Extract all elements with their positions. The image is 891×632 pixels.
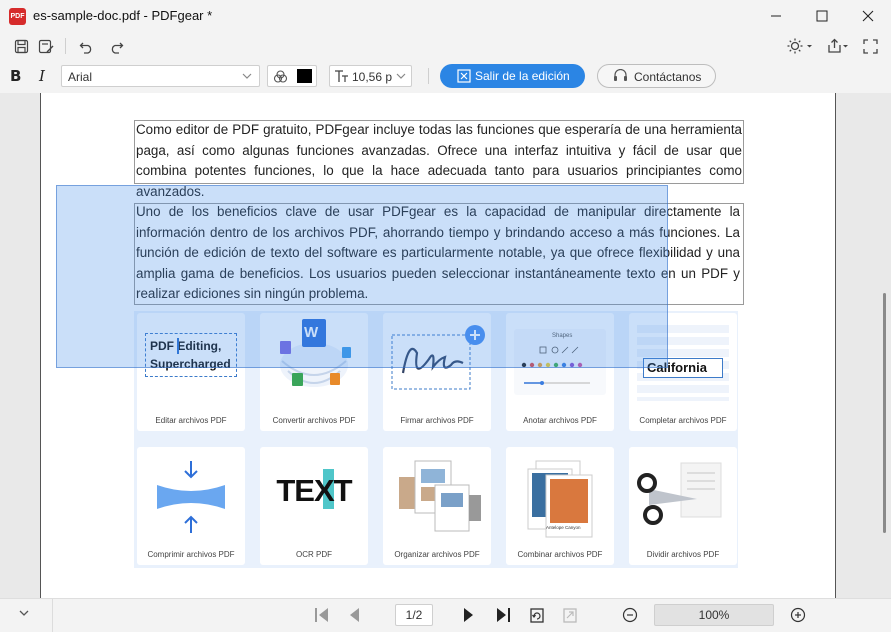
palette-icon: [273, 69, 288, 89]
card-label: Comprimir archivos PDF: [147, 550, 235, 559]
vertical-scrollbar[interactable]: [883, 293, 886, 533]
merge-caption: Antelope Canyon: [546, 525, 581, 530]
maximize-button[interactable]: [799, 0, 845, 32]
exit-edit-button[interactable]: Salir de la edición: [440, 64, 585, 88]
card-label: Convertir archivos PDF: [272, 416, 356, 425]
zoom-out-icon[interactable]: [620, 605, 640, 625]
font-size-select[interactable]: 10,56 pt: [329, 65, 412, 87]
card-label: Completar archivos PDF: [639, 416, 727, 425]
fullscreen-icon[interactable]: [860, 36, 880, 56]
compress-icon: [157, 461, 225, 533]
card-label: Anotar archivos PDF: [523, 416, 597, 425]
chevron-down-icon: [241, 69, 253, 87]
last-page-icon[interactable]: [493, 605, 513, 625]
main-toolbar: [0, 32, 891, 60]
card-label: Dividir archivos PDF: [646, 550, 720, 559]
font-size-icon: [334, 69, 350, 89]
format-toolbar: B I Arial 10,56 pt Salir de la edición C…: [0, 60, 891, 93]
italic-button[interactable]: I: [39, 67, 45, 85]
undo-icon[interactable]: [76, 36, 96, 56]
organize-icon: [399, 460, 481, 532]
text-color-picker[interactable]: [267, 65, 317, 87]
maximize-icon: [816, 10, 828, 22]
page-action-icon[interactable]: [560, 605, 580, 625]
card-label: Firmar archivos PDF: [400, 416, 474, 425]
app-logo-icon: PDF: [9, 8, 26, 25]
headset-icon: [613, 68, 628, 86]
page-number-input[interactable]: 1/2: [395, 604, 433, 626]
save-as-icon[interactable]: [36, 36, 56, 56]
document-viewport[interactable]: Como editor de PDF gratuito, PDFgear inc…: [0, 93, 891, 598]
minimize-button[interactable]: [753, 0, 799, 32]
card-label: Editar archivos PDF: [155, 416, 227, 425]
scissors-icon: [637, 462, 722, 525]
font-family-value: Arial: [68, 70, 93, 84]
minimize-icon: [771, 15, 781, 17]
feature-card: Comprimir archivos PDF: [137, 447, 245, 565]
close-button[interactable]: [845, 0, 891, 32]
contact-label: Contáctanos: [634, 70, 702, 84]
theme-icon[interactable]: [786, 36, 814, 56]
redo-icon[interactable]: [106, 36, 126, 56]
feature-card: TEXT OCR PDF: [260, 447, 368, 565]
bold-button[interactable]: B: [10, 67, 21, 85]
close-box-icon: [457, 69, 471, 86]
card-label: OCR PDF: [296, 550, 332, 559]
first-page-icon[interactable]: [312, 605, 332, 625]
ocr-text: TEXT: [276, 473, 352, 508]
font-family-select[interactable]: Arial: [61, 65, 260, 87]
contact-button[interactable]: Contáctanos: [597, 64, 716, 88]
share-icon[interactable]: [826, 36, 850, 56]
rotate-page-icon[interactable]: [527, 605, 547, 625]
selection-rectangle[interactable]: [56, 185, 668, 368]
previous-page-icon[interactable]: [344, 605, 364, 625]
window-title: es-sample-doc.pdf - PDFgear *: [33, 8, 213, 23]
zoom-level-input[interactable]: 100%: [654, 604, 774, 626]
toolbar-divider: [65, 38, 66, 54]
chevron-down-icon: [395, 69, 407, 87]
feature-card: Dividir archivos PDF: [629, 447, 737, 565]
feature-card: Antelope Canyon Combinar archivos PDF: [506, 447, 614, 565]
save-icon[interactable]: [11, 36, 31, 56]
card-label: Combinar archivos PDF: [517, 550, 603, 559]
feature-card: Organizar archivos PDF: [383, 447, 491, 565]
title-bar: PDF es-sample-doc.pdf - PDFgear *: [0, 0, 891, 32]
chevron-down-icon[interactable]: [14, 603, 34, 623]
exit-edit-label: Salir de la edición: [475, 69, 570, 83]
font-size-value: 10,56 pt: [352, 70, 392, 84]
divider: [52, 599, 53, 632]
toolbar-divider: [428, 68, 429, 84]
color-swatch[interactable]: [297, 69, 312, 83]
bottom-bar: 1/2 100%: [0, 598, 891, 632]
card-label: Organizar archivos PDF: [394, 550, 480, 559]
next-page-icon[interactable]: [459, 605, 479, 625]
close-icon: [862, 10, 874, 22]
zoom-in-icon[interactable]: [788, 605, 808, 625]
